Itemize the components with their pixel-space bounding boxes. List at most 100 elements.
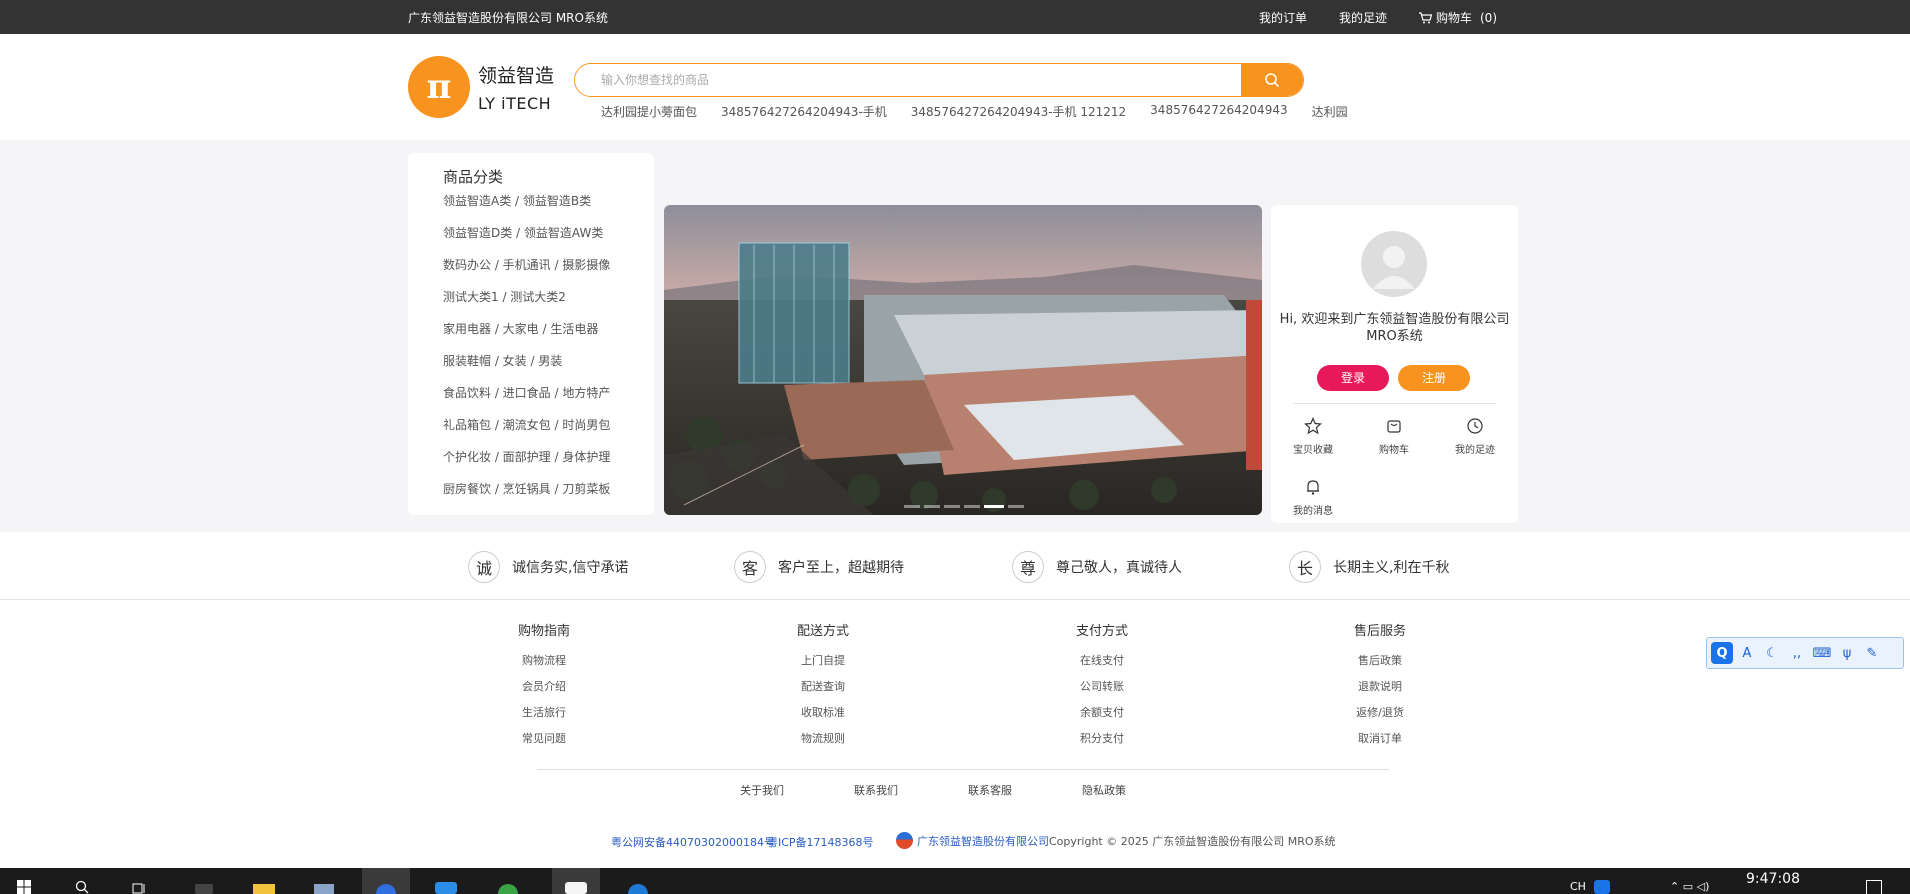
cart-link[interactable]: 购物车 (0) (1418, 9, 1497, 26)
icp-link[interactable]: 粤ICP备17148368号 (767, 834, 874, 850)
my-orders-link[interactable]: 我的订单 (1259, 9, 1307, 26)
copyright: 广东领益智造股份有限公司 Copyright © 2025 广东领益智造股份有限… (896, 832, 1336, 849)
taskbar-search[interactable] (58, 868, 106, 894)
hot-word[interactable]: 达利园 (1312, 103, 1348, 120)
register-button[interactable]: 注册 (1398, 365, 1470, 391)
clock[interactable]: 9:47:08 (1746, 871, 1800, 887)
category-item[interactable]: 厨房餐饮 / 烹饪锅具 / 刀剪菜板 (443, 481, 610, 513)
value-char-icon: 客 (734, 551, 766, 583)
app-icon (195, 884, 213, 894)
category-item[interactable]: 数码办公 / 手机通讯 / 摄影摄像 (443, 257, 610, 289)
banner-carousel[interactable] (664, 205, 1262, 515)
category-item[interactable]: 服装鞋帽 / 女装 / 男装 (443, 353, 610, 385)
company-link[interactable]: 广东领益智造股份有限公司 (917, 833, 1049, 849)
tray-icons[interactable]: ⌃ ▭ ◁) (1670, 880, 1709, 893)
footer-column-title: 售后服务 (1353, 624, 1406, 639)
windows-icon (17, 880, 31, 894)
support-link[interactable]: 联系客服 (968, 782, 1082, 798)
app-icon (498, 884, 518, 894)
carousel-dot[interactable] (924, 505, 940, 508)
ime-font-icon[interactable]: A (1736, 642, 1758, 664)
category-item[interactable]: 食品饮料 / 进口食品 / 地方特产 (443, 385, 610, 417)
category-item[interactable]: 测试大类1 / 测试大类2 (443, 289, 610, 321)
footer-link[interactable]: 在线支付 (1047, 648, 1157, 674)
footer-link[interactable]: 常见问题 (489, 726, 599, 752)
ime-logo-icon[interactable]: Q (1711, 642, 1733, 664)
start-button[interactable] (0, 868, 48, 894)
cart-shortcut-label: 购物车 (1379, 445, 1409, 456)
favorites-label: 宝贝收藏 (1293, 445, 1333, 456)
footer-link[interactable]: 物流规则 (768, 726, 878, 752)
taskbar-app[interactable] (180, 868, 228, 894)
privacy-link[interactable]: 隐私政策 (1082, 782, 1196, 798)
logo[interactable]: π 领益智造 LY iTECH (408, 56, 554, 118)
hot-word[interactable]: 348576427264204943 (1150, 103, 1287, 120)
carousel-dot[interactable] (1008, 505, 1024, 508)
taskbar-app[interactable] (552, 868, 600, 894)
category-item[interactable]: 家用电器 / 大家电 / 生活电器 (443, 321, 610, 353)
footprint-label: 我的足迹 (1455, 445, 1495, 456)
category-item[interactable]: 领益智造A类 / 领益智造B类 (443, 193, 610, 225)
app-icon (314, 884, 334, 894)
contact-link[interactable]: 联系我们 (854, 782, 968, 798)
ime-voice-icon[interactable]: ψ (1836, 642, 1858, 664)
ime-punct-icon[interactable]: ,, (1786, 642, 1808, 664)
hot-word[interactable]: 达利园提小蒡面包 (601, 103, 697, 120)
about-link[interactable]: 关于我们 (740, 782, 854, 798)
my-footprint-link[interactable]: 我的足迹 (1339, 9, 1387, 26)
taskbar-explorer[interactable] (240, 868, 288, 894)
messages-shortcut[interactable]: 我的消息 (1283, 478, 1343, 517)
footer-link[interactable]: 上门自提 (768, 648, 878, 674)
footer-link[interactable]: 售后政策 (1325, 648, 1435, 674)
ime-keyboard-icon[interactable]: ⌨ (1811, 642, 1833, 664)
search-button[interactable] (1241, 64, 1303, 96)
footer-link[interactable]: 余额支付 (1047, 700, 1157, 726)
footer-link[interactable]: 生活旅行 (489, 700, 599, 726)
taskbar-app[interactable] (422, 868, 470, 894)
category-item[interactable]: 个护化妆 / 面部护理 / 身体护理 (443, 449, 610, 481)
header: π 领益智造 LY iTECH 达利园提小蒡面包 348576427264204… (0, 34, 1910, 140)
search-input[interactable] (575, 64, 1241, 96)
ime-settings-icon[interactable]: ✎ (1861, 642, 1883, 664)
footer-link[interactable]: 会员介绍 (489, 674, 599, 700)
icp-security-link[interactable]: 粤公网安备44070302000184号 (611, 834, 775, 850)
footer-link[interactable]: 积分支付 (1047, 726, 1157, 752)
company-name: 广东领益智造股份有限公司 MRO系统 (408, 11, 608, 25)
taskbar-browser[interactable] (362, 868, 410, 894)
footer-link[interactable]: 配送查询 (768, 674, 878, 700)
value-text: 诚信务实,信守承诺 (512, 560, 629, 576)
footer-column-title: 购物指南 (517, 624, 570, 639)
footprint-shortcut[interactable]: 我的足迹 (1445, 417, 1505, 456)
cart-shortcut[interactable]: 购物车 (1364, 417, 1424, 456)
footer-link[interactable]: 购物流程 (489, 648, 599, 674)
login-button[interactable]: 登录 (1317, 365, 1389, 391)
browser-icon (376, 884, 396, 894)
footer-link[interactable]: 返修/退货 (1325, 700, 1435, 726)
footer-link[interactable]: 收取标准 (768, 700, 878, 726)
hot-word[interactable]: 348576427264204943-手机 (721, 103, 887, 120)
value-char-icon: 尊 (1012, 551, 1044, 583)
favorites-shortcut[interactable]: 宝贝收藏 (1283, 417, 1343, 456)
category-item[interactable]: 礼品箱包 / 潮流女包 / 时尚男包 (443, 417, 610, 449)
carousel-dot[interactable] (944, 505, 960, 508)
star-icon (1304, 417, 1322, 435)
task-view-icon (132, 883, 145, 894)
carousel-dot[interactable] (964, 505, 980, 508)
category-item[interactable]: 领益智造D类 / 领益智造AW类 (443, 225, 610, 257)
footer-link[interactable]: 取消订单 (1325, 726, 1435, 752)
footer-link[interactable]: 公司转账 (1047, 674, 1157, 700)
taskbar-app[interactable] (300, 868, 348, 894)
task-view-button[interactable] (116, 868, 164, 894)
footer-divider (537, 769, 1389, 770)
taskbar-app[interactable] (614, 868, 662, 894)
notification-icon[interactable] (1866, 880, 1882, 894)
footer-link[interactable]: 退款说明 (1325, 674, 1435, 700)
ime-language[interactable]: CH (1570, 880, 1586, 893)
carousel-dot-active[interactable] (984, 505, 1004, 508)
ime-moon-icon[interactable]: ☾ (1761, 642, 1783, 664)
taskbar-app[interactable] (484, 868, 532, 894)
carousel-dot[interactable] (904, 505, 920, 508)
cart-label: 购物车 (1435, 11, 1472, 25)
hot-word[interactable]: 348576427264204943-手机 121212 (911, 103, 1126, 120)
ime-tray-icon[interactable] (1594, 880, 1610, 894)
